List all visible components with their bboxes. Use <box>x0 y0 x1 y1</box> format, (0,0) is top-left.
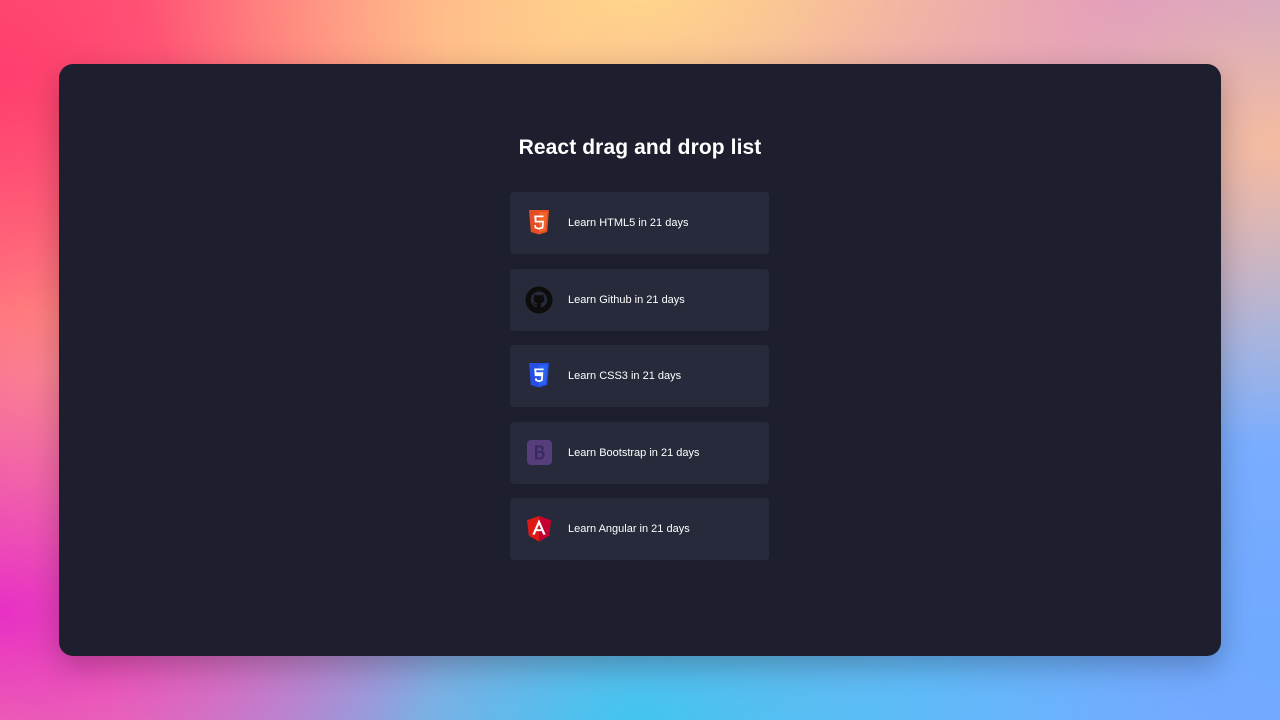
list-item-html5[interactable]: Learn HTML5 in 21 days <box>510 192 769 254</box>
list-item-label: Learn Github in 21 days <box>568 293 685 306</box>
github-icon <box>525 286 553 314</box>
list-item-bootstrap[interactable]: Learn Bootstrap in 21 days <box>510 421 769 484</box>
page-title: React drag and drop list <box>518 136 762 159</box>
list-item-label: Learn Angular in 21 days <box>568 523 690 535</box>
html5-icon <box>525 209 553 237</box>
list-item-css3[interactable]: Learn CSS3 in 21 days <box>510 345 769 407</box>
app-window: React drag and drop list Learn HTML5 in … <box>59 64 1221 656</box>
list-item-label: Learn Bootstrap in 21 days <box>568 446 700 459</box>
angular-icon <box>525 515 553 543</box>
list-item-github[interactable]: Learn Github in 21 days <box>510 268 769 331</box>
bootstrap-icon <box>525 439 553 467</box>
list-item-label: Learn CSS3 in 21 days <box>568 370 682 382</box>
list-item-angular[interactable]: Learn Angular in 21 days <box>510 498 769 560</box>
drag-drop-list: Learn HTML5 in 21 days Learn Github in 2… <box>510 192 769 575</box>
css3-icon <box>525 362 553 390</box>
list-item-label: Learn HTML5 in 21 days <box>568 217 689 229</box>
